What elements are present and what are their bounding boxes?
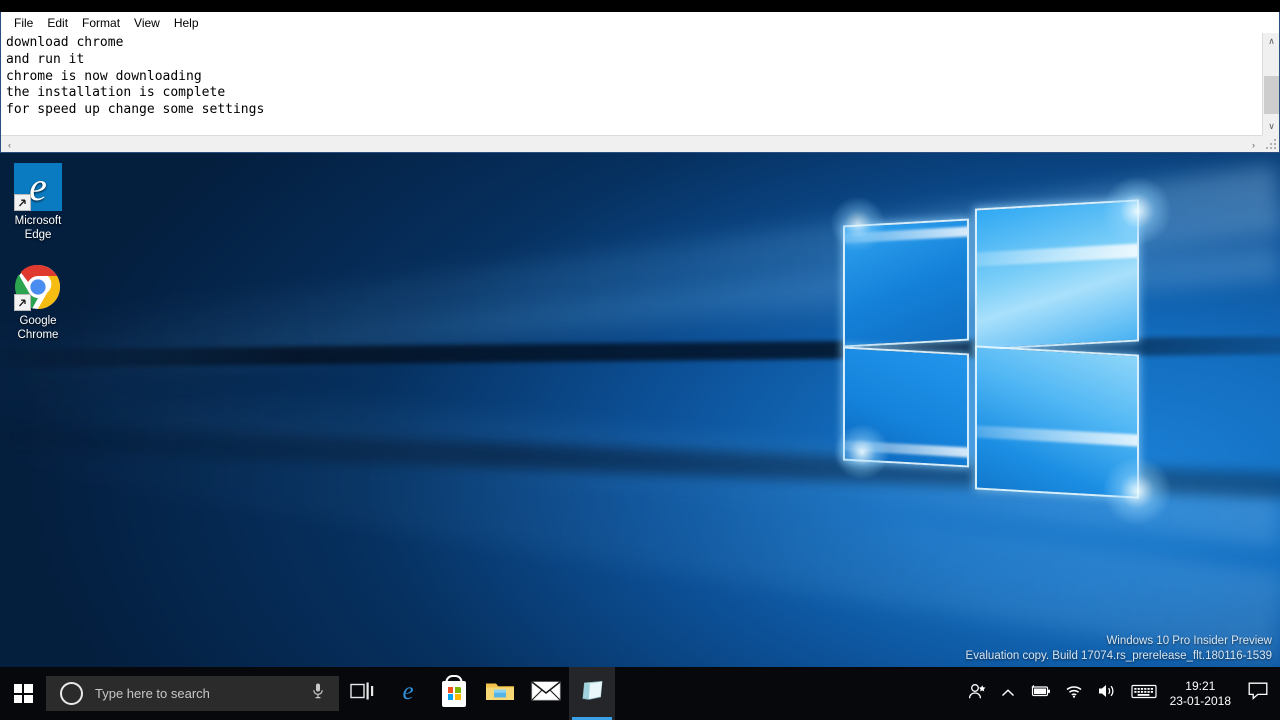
desktop-icon-label: Edge: [24, 229, 52, 241]
cortana-ring-icon: [60, 682, 83, 705]
task-view-icon: [350, 681, 374, 706]
notepad-window: File Edit Format View Help ∧ ∨ ‹ ›: [0, 12, 1280, 153]
search-placeholder: Type here to search: [95, 686, 210, 701]
desktop-icon-label: Chrome: [17, 329, 59, 341]
system-tray: 19:21 23-01-2018: [961, 667, 1280, 720]
tray-network-button[interactable]: [1058, 667, 1090, 720]
start-button[interactable]: [0, 667, 46, 720]
menu-edit[interactable]: Edit: [40, 14, 75, 32]
wallpaper-logo-pane: [975, 345, 1139, 499]
battery-icon: [1029, 684, 1051, 703]
top-black-strip: [0, 0, 1280, 12]
keyboard-icon: [1131, 683, 1157, 704]
shortcut-arrow-icon: [14, 194, 31, 211]
scroll-right-arrow-icon[interactable]: ›: [1245, 136, 1262, 152]
notepad-horizontal-scrollbar[interactable]: ‹ ›: [1, 135, 1279, 152]
taskbar-button-microsoft-store[interactable]: [431, 667, 477, 720]
notepad-body: ∧ ∨ ‹ ›: [1, 33, 1279, 152]
taskbar-button-microsoft-edge[interactable]: e: [385, 667, 431, 720]
taskbar-button-task-view[interactable]: [339, 667, 385, 720]
edge-icon: e: [394, 677, 422, 710]
svg-text:e: e: [402, 678, 413, 705]
watermark-line-2: Evaluation copy. Build 17074.rs_prerelea…: [965, 650, 1272, 662]
taskbar-button-mail[interactable]: [523, 667, 569, 720]
tray-touch-keyboard-button[interactable]: [1124, 667, 1164, 720]
wallpaper-logo-pane: [843, 346, 969, 468]
scroll-down-arrow-icon[interactable]: ∨: [1263, 118, 1279, 135]
taskbar: Type here to search e 19:21 23-01-2018: [0, 667, 1280, 720]
speaker-icon: [1097, 683, 1117, 704]
speech-bubble-icon: [1248, 682, 1268, 705]
tray-people-button[interactable]: [961, 667, 994, 720]
notepad-icon: [579, 678, 606, 709]
chevron-up-icon: [1001, 685, 1015, 703]
watermark-line-1: Windows 10 Pro Insider Preview: [1106, 635, 1272, 647]
windows-activation-watermark: Windows 10 Pro Insider Preview Evaluatio…: [966, 634, 1272, 664]
taskbar-button-notepad[interactable]: [569, 667, 615, 720]
mail-icon: [531, 680, 561, 707]
desktop-icon-label: Microsoft: [14, 215, 62, 227]
wallpaper-logo-pane: [843, 218, 969, 348]
windows-logo-icon: [13, 684, 33, 703]
menu-view[interactable]: View: [127, 14, 167, 32]
wallpaper-windows-logo: [830, 176, 1172, 526]
tray-show-hidden-icons-button[interactable]: [994, 667, 1022, 720]
wifi-icon: [1065, 684, 1083, 703]
taskbar-clock[interactable]: 19:21 23-01-2018: [1164, 667, 1240, 720]
action-center-button[interactable]: [1240, 667, 1280, 720]
folder-icon: [485, 679, 515, 708]
screen: e Microsoft Edge Google Chrome Windows 1…: [0, 0, 1280, 720]
tray-volume-button[interactable]: [1090, 667, 1124, 720]
desktop-icon-microsoft-edge[interactable]: e Microsoft Edge: [0, 163, 76, 242]
menu-file[interactable]: File: [7, 14, 40, 32]
notepad-vertical-scrollbar[interactable]: ∧ ∨: [1262, 33, 1279, 135]
edge-icon: e: [14, 163, 62, 211]
menu-format[interactable]: Format: [75, 14, 127, 32]
wallpaper-logo-pane: [975, 199, 1139, 351]
scroll-left-arrow-icon[interactable]: ‹: [1, 136, 18, 152]
scroll-up-arrow-icon[interactable]: ∧: [1263, 33, 1279, 50]
microphone-icon[interactable]: [311, 682, 325, 705]
search-input[interactable]: Type here to search: [46, 676, 339, 711]
store-icon: [442, 680, 466, 707]
desktop-icon-google-chrome[interactable]: Google Chrome: [0, 263, 76, 342]
menu-help[interactable]: Help: [167, 14, 206, 32]
taskbar-button-file-explorer[interactable]: [477, 667, 523, 720]
shortcut-arrow-icon: [14, 294, 31, 311]
tray-battery-button[interactable]: [1022, 667, 1058, 720]
clock-time: 19:21: [1185, 678, 1216, 693]
chrome-icon: [14, 263, 62, 311]
notepad-text-area[interactable]: [1, 33, 1262, 135]
people-icon: [968, 683, 987, 705]
notepad-menu-bar: File Edit Format View Help: [1, 12, 1279, 33]
vertical-scrollbar-thumb[interactable]: [1264, 76, 1279, 114]
clock-date: 23-01-2018: [1169, 693, 1231, 708]
resize-grip[interactable]: [1262, 135, 1279, 152]
desktop-icon-label: Google: [19, 315, 57, 327]
